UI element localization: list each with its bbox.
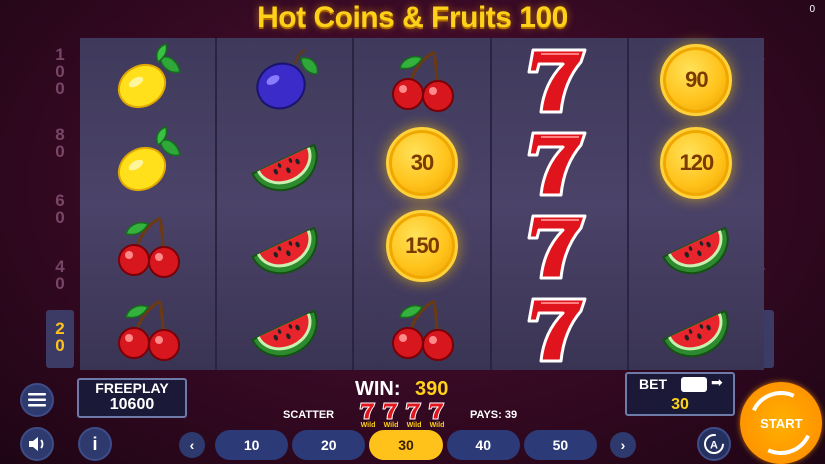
arrow-right-icon: ➡ xyxy=(711,374,723,390)
seven-icon xyxy=(527,214,587,279)
hamburger-icon xyxy=(28,393,46,407)
seven-symbol xyxy=(492,121,627,204)
coin-value: 150 xyxy=(386,209,458,282)
svg-text:Wild: Wild xyxy=(407,422,422,428)
svg-text:Wild: Wild xyxy=(361,422,376,428)
bet-next-button[interactable]: › xyxy=(610,432,636,458)
cherry-icon xyxy=(117,216,180,278)
wild-seven-icon: Wild xyxy=(405,402,423,429)
plum-symbol xyxy=(217,38,352,121)
wild-seven-icon: Wild xyxy=(382,402,400,429)
seven-symbol xyxy=(492,38,627,121)
win-label: WIN: xyxy=(355,378,401,400)
cherry-icon xyxy=(392,299,454,361)
plum-icon xyxy=(256,48,318,109)
freeplay-panel: FREEPLAY 10600 xyxy=(77,378,187,418)
start-ring: START xyxy=(739,381,823,464)
freeplay-label: FREEPLAY xyxy=(95,380,169,396)
cherry-symbol xyxy=(354,38,489,121)
lemon-icon xyxy=(117,125,181,191)
start-label: START xyxy=(759,415,803,431)
game-title: Hot Coins & Fruits 100 xyxy=(257,1,568,34)
lemon-symbol xyxy=(80,121,215,204)
payline-label: 4 0 xyxy=(55,257,65,293)
autoplay-button[interactable]: A xyxy=(697,427,731,461)
bet-option-10[interactable]: 10 xyxy=(215,430,289,460)
payline-label: 6 0 xyxy=(55,191,65,227)
wild-seven-icon: Wild xyxy=(359,402,377,429)
payline-label: 1 0 0 xyxy=(55,45,65,98)
bet-label: BET xyxy=(639,376,667,392)
bet-toggle[interactable] xyxy=(681,377,707,392)
coin-value: 90 xyxy=(660,43,733,116)
scatter-label: SCATTER xyxy=(283,409,335,421)
coin-symbol: 150 xyxy=(354,204,489,287)
seven-icon xyxy=(527,48,587,113)
coin-symbol: 30 xyxy=(354,121,489,204)
speaker-icon xyxy=(29,437,44,451)
cherry-icon xyxy=(392,50,454,112)
watermelon-symbol xyxy=(217,121,352,204)
bet-prev-button[interactable]: ‹ xyxy=(179,432,205,458)
watermelon-symbol xyxy=(217,287,352,370)
cherry-symbol xyxy=(354,287,489,370)
watermelon-symbol xyxy=(629,204,764,287)
cherry-symbol xyxy=(80,287,215,370)
lemon-symbol xyxy=(80,38,215,121)
watermelon-symbol xyxy=(629,287,764,370)
pays-label: PAYS: 39 xyxy=(470,409,518,421)
reel xyxy=(491,38,629,370)
payline-label: 8 0 xyxy=(55,125,65,161)
start-button[interactable]: START xyxy=(739,381,823,464)
watermelon-symbol xyxy=(217,204,352,287)
coin-symbol: 90 xyxy=(629,38,764,121)
watermelon-icon xyxy=(662,226,730,274)
cherry-symbol xyxy=(80,204,215,287)
bet-option-20[interactable]: 20 xyxy=(292,430,366,460)
coin-value: 120 xyxy=(660,126,733,199)
watermelon-icon xyxy=(250,309,318,357)
bet-value: 30 xyxy=(671,396,689,413)
seven-symbol xyxy=(492,287,627,370)
chevron-left-icon: ‹ xyxy=(189,437,195,453)
seven-symbol xyxy=(492,204,627,287)
bet-panel: BET ➡ 30 xyxy=(625,372,735,416)
reel: 30 150 xyxy=(354,38,492,370)
win-value: 390 xyxy=(415,378,449,400)
wild-seven-icon: Wild xyxy=(428,402,446,429)
watermelon-icon xyxy=(662,309,730,357)
svg-text:Wild: Wild xyxy=(384,422,399,428)
autoplay-icon: A xyxy=(704,434,724,454)
coin-value: 30 xyxy=(386,126,458,199)
sound-button[interactable] xyxy=(20,427,54,461)
svg-text:A: A xyxy=(710,440,718,452)
bet-selector: 10 20 30 40 50 xyxy=(215,430,598,460)
seven-icon xyxy=(527,297,587,362)
svg-text:Wild: Wild xyxy=(430,422,445,428)
bet-option-50[interactable]: 50 xyxy=(523,430,598,460)
payline-label-active: 2 0 xyxy=(46,310,74,368)
cherry-icon xyxy=(117,299,180,361)
bet-option-40[interactable]: 40 xyxy=(446,430,520,460)
lemon-icon xyxy=(117,42,181,108)
chevron-right-icon: › xyxy=(620,437,626,453)
freeplay-value: 10600 xyxy=(109,396,155,413)
reel xyxy=(80,38,218,370)
reel: 90 120 xyxy=(628,38,765,370)
info-button[interactable]: i xyxy=(78,427,112,461)
watermelon-icon xyxy=(250,143,318,191)
corner-value: 0 xyxy=(809,4,815,15)
menu-button[interactable] xyxy=(20,383,54,417)
paylines-left: 1 0 0 8 0 6 0 4 0 2 0 xyxy=(41,40,79,368)
seven-icon xyxy=(527,131,587,196)
reel xyxy=(217,38,355,370)
coin-symbol: 120 xyxy=(629,121,764,204)
reels-area: 30 150 90 120 xyxy=(80,38,765,370)
watermelon-icon xyxy=(250,226,318,274)
bet-option-30[interactable]: 30 xyxy=(369,430,443,460)
